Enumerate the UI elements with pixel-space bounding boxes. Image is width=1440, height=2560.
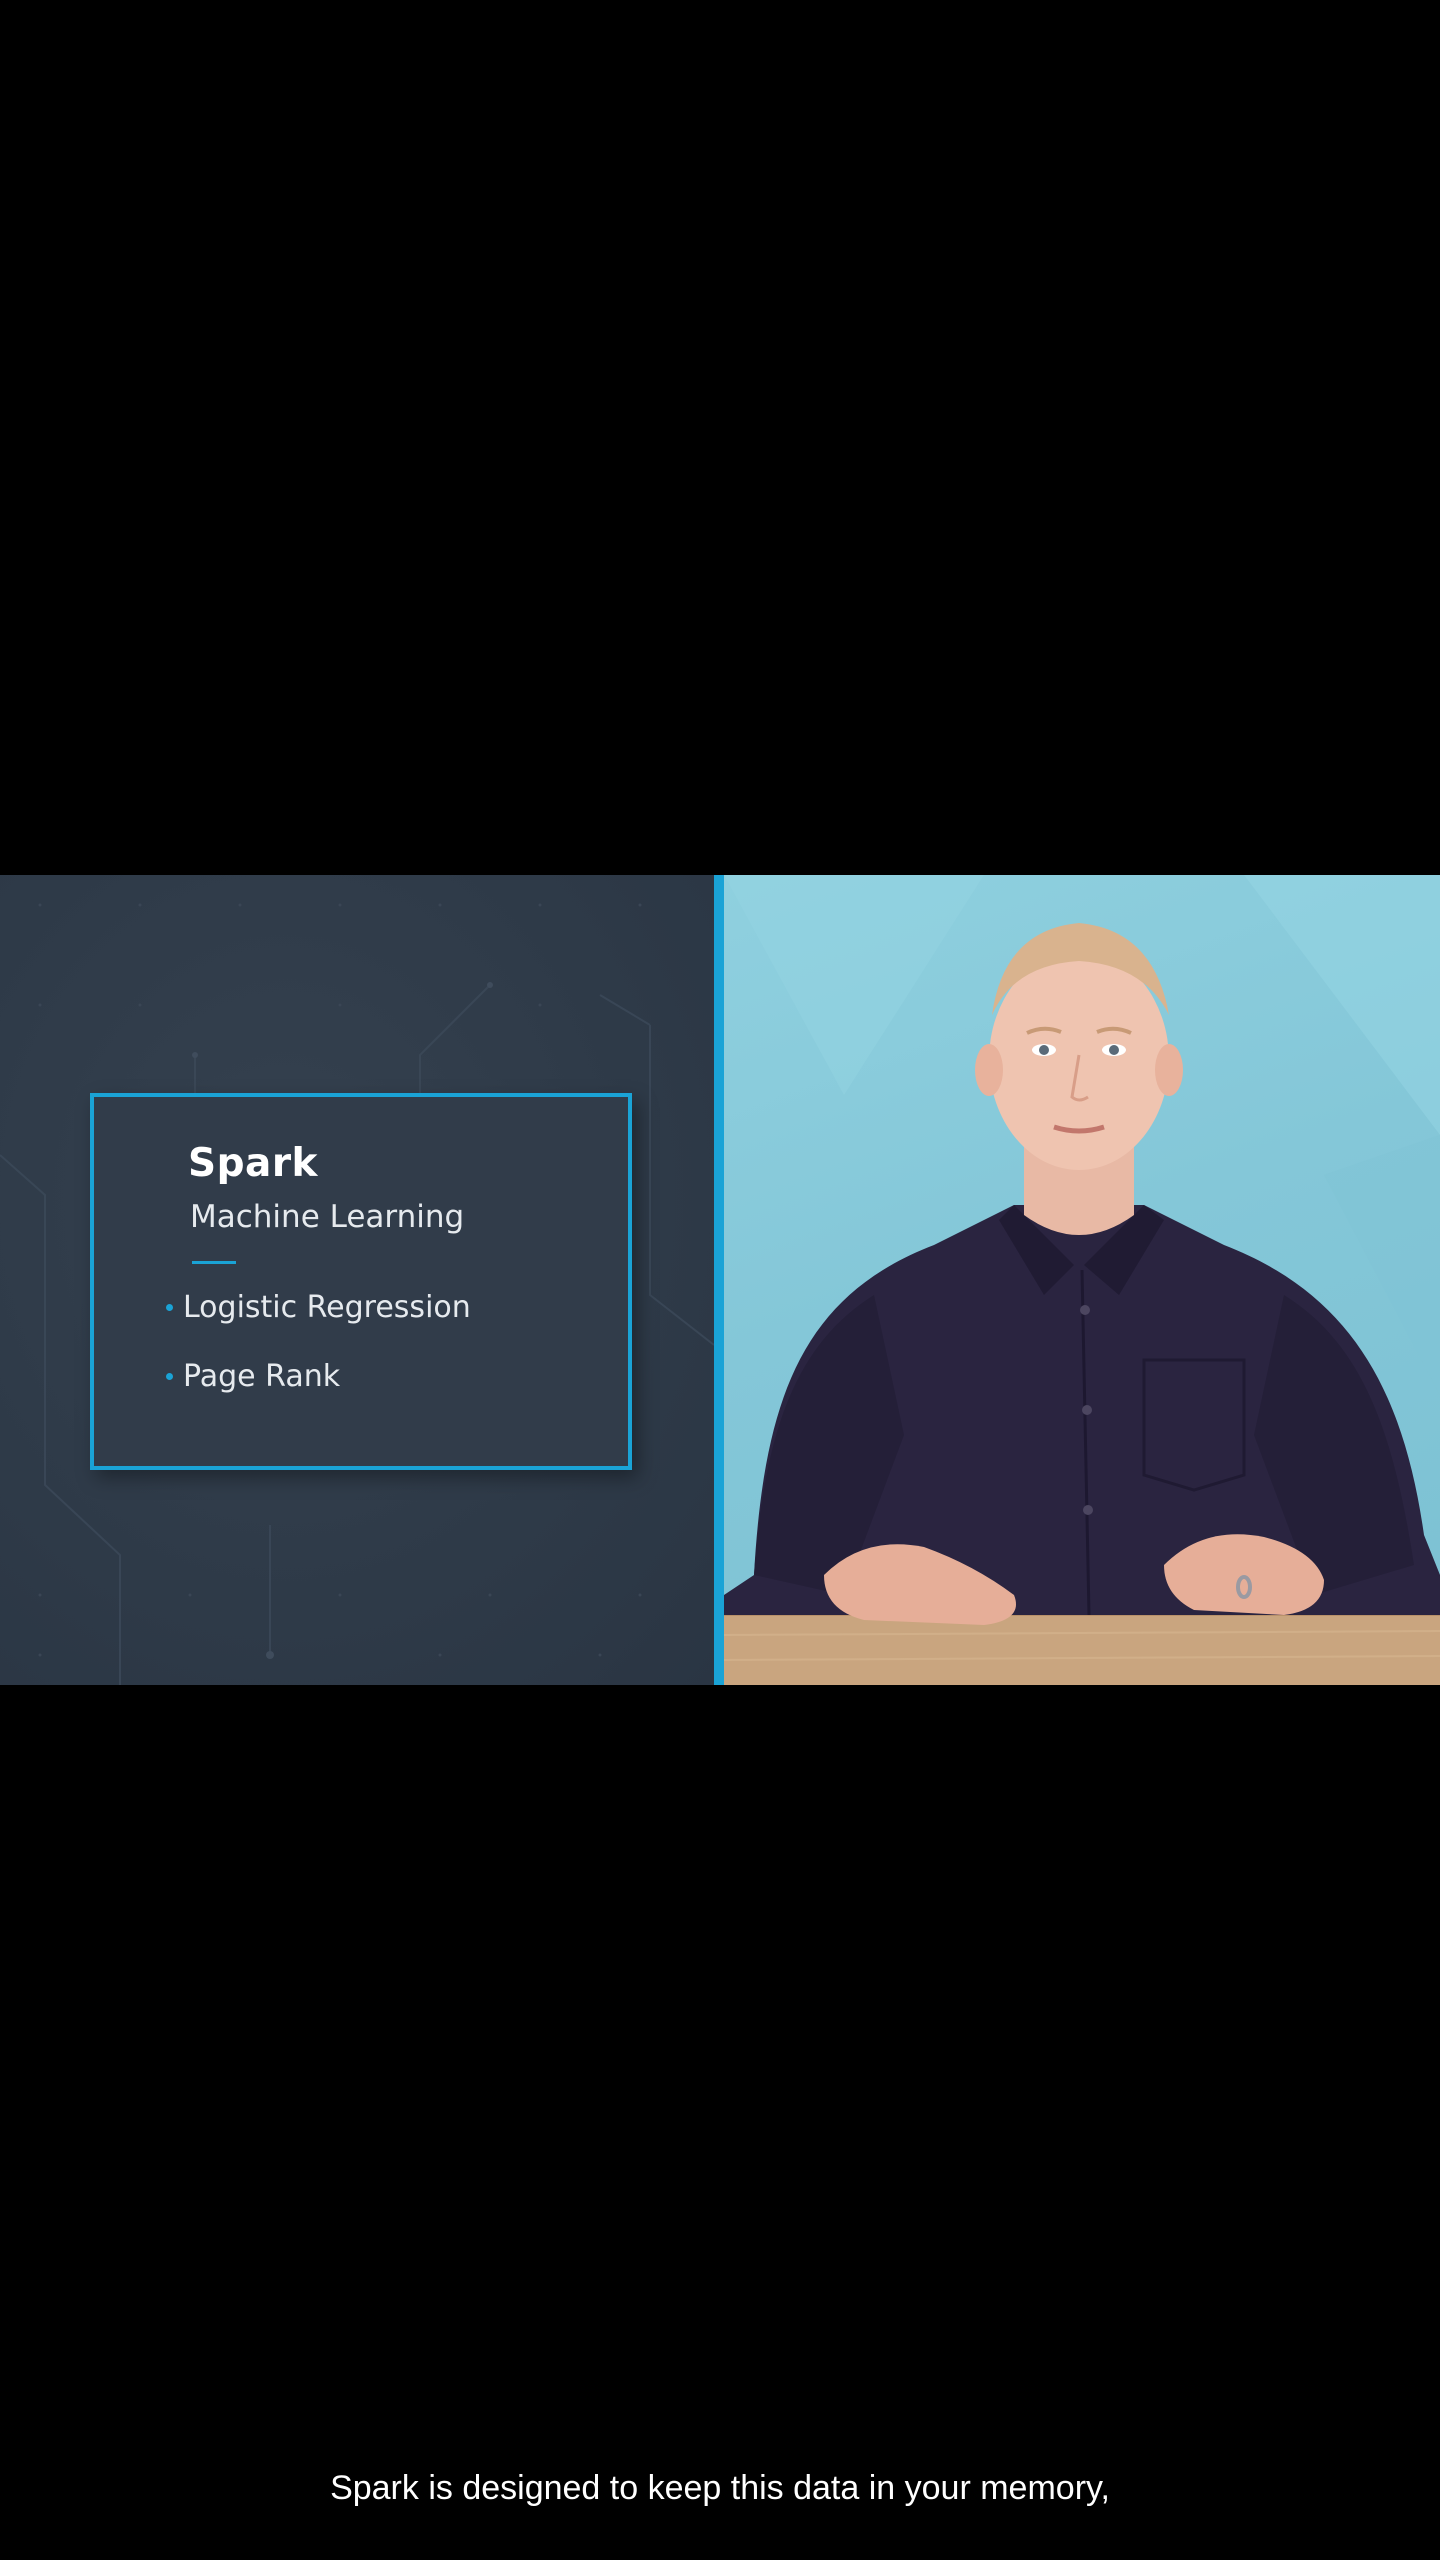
bullet-item-logistic-regression: Logistic Regression [166,1287,471,1327]
presenter-image [724,875,1440,1685]
slide-title: Spark [188,1141,318,1186]
video-frame[interactable]: Spark Machine Learning Logistic Regressi… [0,875,1440,1685]
bullet-label: Page Rank [183,1358,341,1394]
bullet-item-page-rank: Page Rank [166,1356,340,1396]
slide-panel: Spark Machine Learning Logistic Regressi… [0,875,714,1685]
presenter-video-panel [724,875,1440,1685]
slide-info-card: Spark Machine Learning Logistic Regressi… [90,1093,632,1470]
video-caption: Spark is designed to keep this data in y… [330,2469,1110,2507]
title-divider [192,1261,236,1264]
video-player-screen[interactable]: Spark Machine Learning Logistic Regressi… [0,0,1440,2560]
accent-divider-strip [714,875,724,1685]
bullet-dot-icon [166,1372,173,1380]
slide-subtitle: Machine Learning [190,1199,465,1235]
bullet-label: Logistic Regression [183,1289,471,1325]
bullet-dot-icon [166,1303,173,1311]
